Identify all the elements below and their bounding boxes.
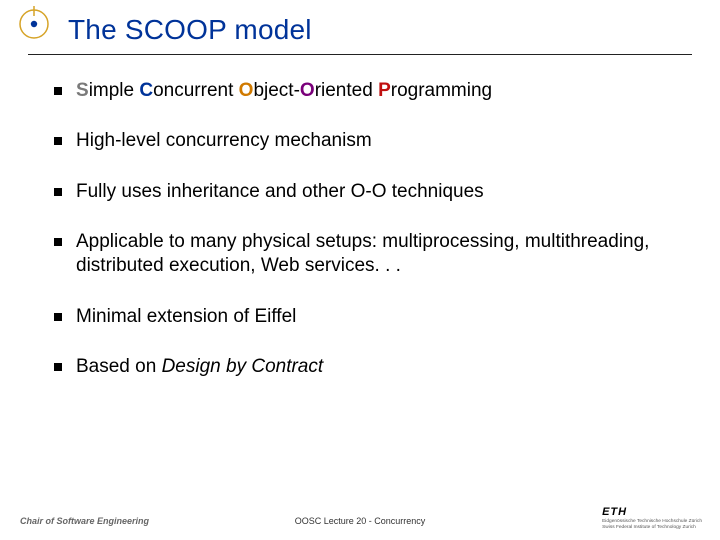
bullet-item: Based on Design by Contract xyxy=(54,355,680,379)
acronym-word: bject xyxy=(253,80,293,101)
eth-sub2: Swiss Federal Institute of Technology Zu… xyxy=(602,525,702,530)
bullet-text: Based on xyxy=(76,356,162,377)
acronym-word: rogramming xyxy=(391,80,492,101)
footer-right-block: ETH Eidgenössische Technische Hochschule… xyxy=(602,506,702,530)
acronym-letter: O xyxy=(239,80,254,101)
acronym-letter: O xyxy=(300,80,315,101)
acronym-word: riented xyxy=(315,80,378,101)
footer-center-text: OOSC Lecture 20 - Concurrency xyxy=(295,516,426,526)
eth-logo: ETH xyxy=(602,506,702,518)
slide-body: Simple Concurrent Object-Oriented Progra… xyxy=(0,55,720,379)
bullet-text-italic: Design by Contract xyxy=(162,356,324,377)
eth-sub1: Eidgenössische Technische Hochschule Zür… xyxy=(602,519,702,524)
slide-footer: Chair of Software Engineering OOSC Lectu… xyxy=(0,504,720,532)
bullet-list: Simple Concurrent Object-Oriented Progra… xyxy=(54,79,680,379)
acronym-letter: P xyxy=(378,80,391,101)
footer-left-text: Chair of Software Engineering xyxy=(20,516,149,526)
acronym-word: imple xyxy=(89,80,140,101)
bullet-item: High-level concurrency mechanism xyxy=(54,129,680,153)
slide-header: The SCOOP model xyxy=(0,0,720,52)
logo-icon xyxy=(16,6,52,42)
slide-title: The SCOOP model xyxy=(68,14,720,46)
bullet-item: Simple Concurrent Object-Oriented Progra… xyxy=(54,79,680,103)
bullet-item: Fully uses inheritance and other O-O tec… xyxy=(54,180,680,204)
acronym-letter: C xyxy=(139,80,153,101)
bullet-item: Applicable to many physical setups: mult… xyxy=(54,230,680,279)
acronym-word: oncurrent xyxy=(153,80,239,101)
acronym-letter: S xyxy=(76,80,89,101)
bullet-item: Minimal extension of Eiffel xyxy=(54,305,680,329)
